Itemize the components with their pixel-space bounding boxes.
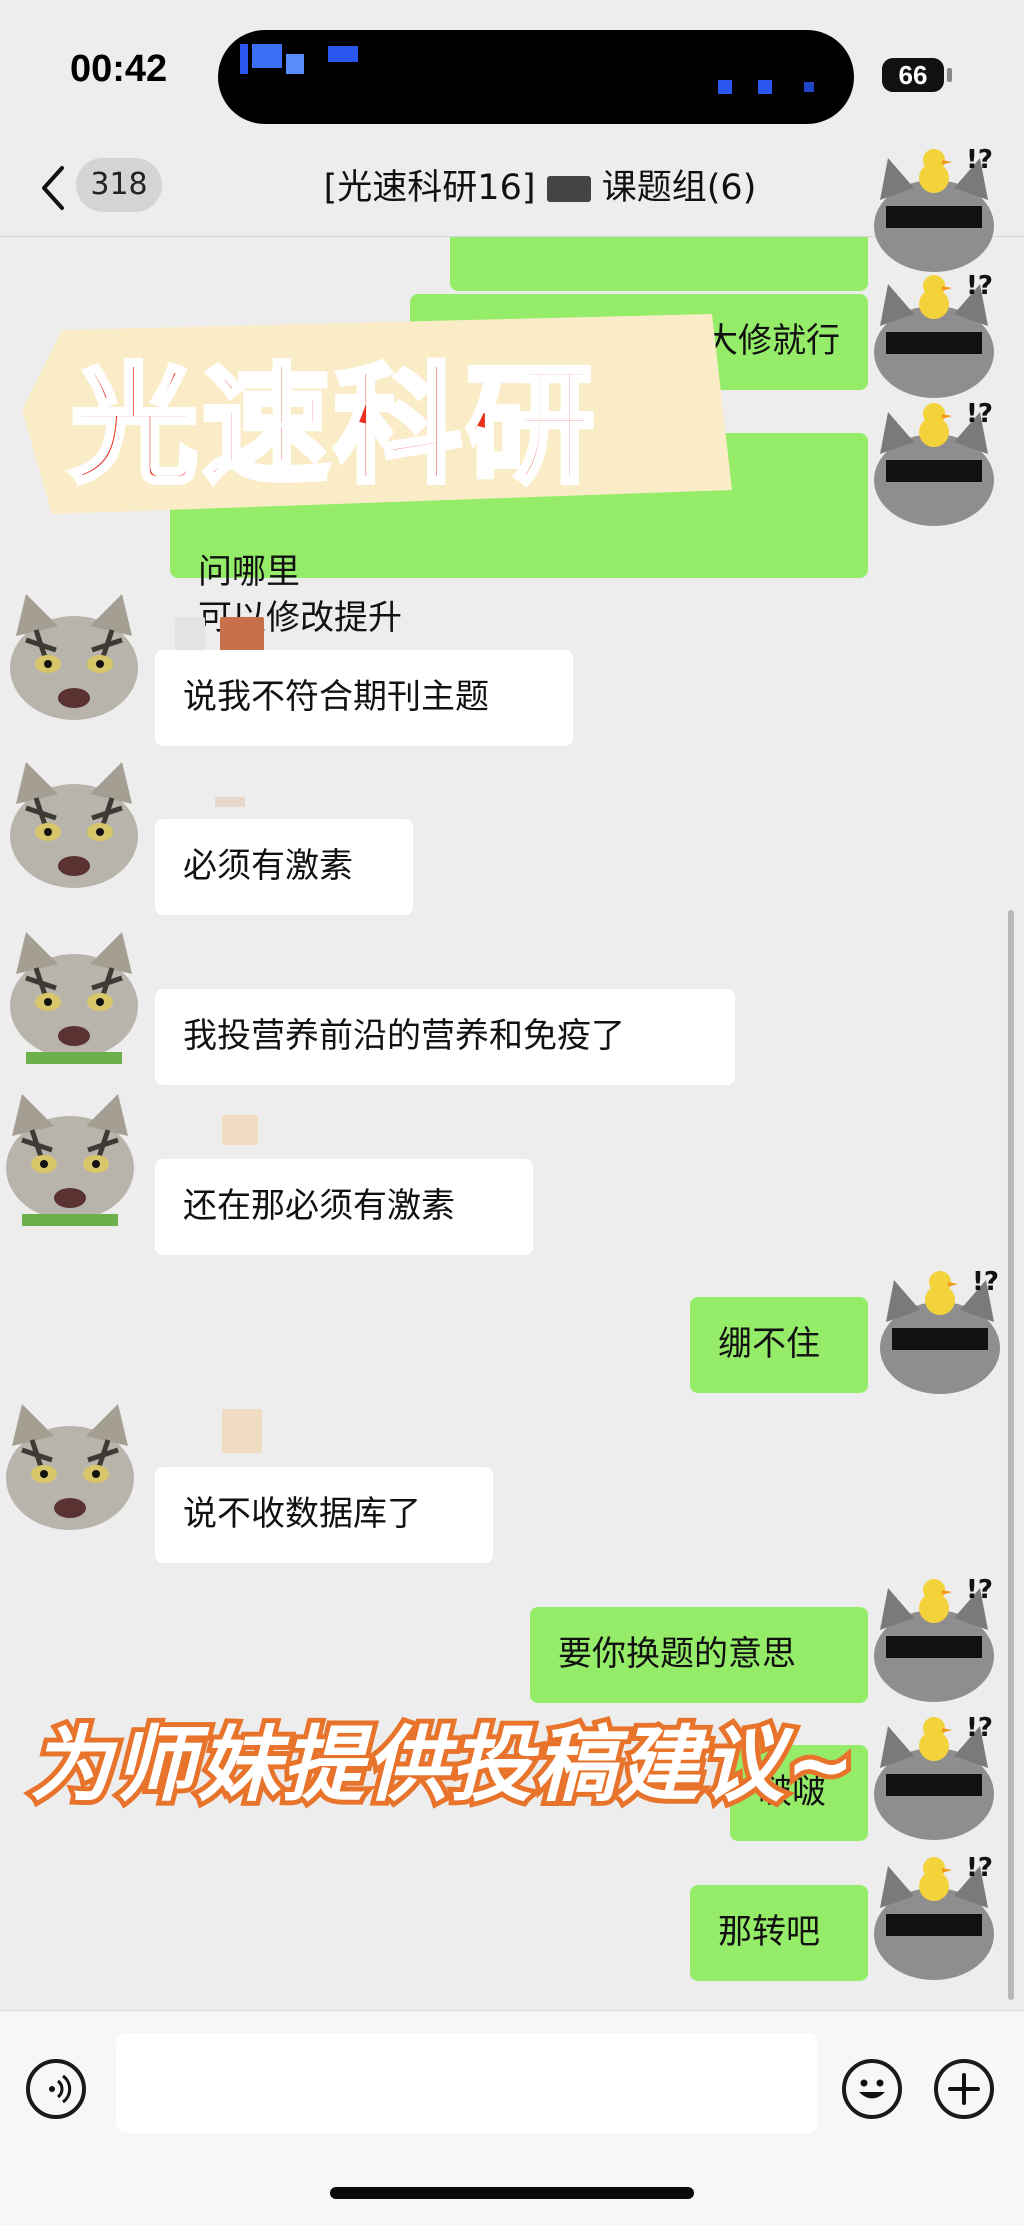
- my-avatar[interactable]: !?: [866, 394, 1002, 530]
- battery-indicator: 66: [882, 58, 944, 92]
- contact-avatar[interactable]: [2, 1090, 138, 1226]
- my-avatar[interactable]: !?: [866, 1708, 1002, 1844]
- avatar-mark: !?: [972, 1267, 999, 1297]
- avatar-mark: !?: [966, 1853, 993, 1883]
- message-text: 要你换题的意思: [558, 1634, 796, 1674]
- message-bubble-outgoing[interactable]: 绷不住: [690, 1297, 868, 1393]
- chat-title[interactable]: [光速科研16] 课题组(6): [240, 140, 840, 236]
- sender-name-redacted: [222, 1115, 258, 1145]
- message-bubble-incoming[interactable]: 我投营养前沿的营养和免疫了: [155, 989, 735, 1085]
- scrollbar-thumb[interactable]: [1008, 910, 1014, 2000]
- redaction-block: [546, 176, 591, 202]
- my-avatar[interactable]: !?: [872, 1262, 1008, 1398]
- voice-input-icon[interactable]: [26, 2059, 86, 2119]
- redaction-pixel: [804, 82, 814, 92]
- redaction-pixel: [252, 44, 282, 68]
- my-avatar[interactable]: !?: [866, 1570, 1002, 1706]
- message-text: 必须有激素: [183, 846, 353, 886]
- my-avatar[interactable]: !?: [866, 1848, 1002, 1984]
- home-indicator[interactable]: [330, 2187, 694, 2199]
- redaction-pixel: [240, 44, 248, 74]
- message-text: 说我不符合期刊主题: [183, 677, 489, 717]
- redaction-pixel: [758, 80, 772, 94]
- avatar-mark: !?: [966, 1713, 993, 1743]
- message-bubble-outgoing[interactable]: 那转吧: [690, 1885, 868, 1981]
- message-text: 我投营养前沿的营养和免疫了: [183, 1016, 625, 1056]
- avatar-mark: !?: [966, 271, 993, 301]
- sender-name-redacted: [215, 797, 245, 807]
- message-bubble-incoming[interactable]: 说不收数据库了: [155, 1467, 493, 1563]
- dynamic-island: [218, 30, 854, 124]
- promo-banner-text: 光速科研: [67, 350, 599, 504]
- message-bubble-incoming[interactable]: 还在那必须有激素: [155, 1159, 533, 1255]
- avatar-mark: !?: [966, 145, 993, 175]
- status-time: 00:42: [70, 48, 168, 90]
- chat-title-prefix: [光速科研16]: [323, 168, 536, 208]
- message-bubble-outgoing[interactable]: [450, 237, 868, 291]
- message-text: 绷不住: [718, 1324, 820, 1364]
- message-text: 问哪里 可以修改提升: [198, 552, 402, 638]
- contact-avatar[interactable]: [6, 758, 142, 894]
- contact-avatar[interactable]: [6, 928, 142, 1064]
- message-bubble-outgoing[interactable]: 要你换题的意思: [530, 1607, 868, 1703]
- avatar-mark: !?: [966, 399, 993, 429]
- contact-avatar[interactable]: [2, 1400, 138, 1536]
- message-bubble-incoming[interactable]: 说我不符合期刊主题: [155, 650, 573, 746]
- status-bar: 00:42 66: [0, 0, 1024, 140]
- chevron-left-icon[interactable]: [34, 160, 74, 216]
- redaction-pixel: [328, 46, 358, 62]
- message-text: 说不收数据库了: [183, 1494, 421, 1534]
- battery-tip: [947, 68, 952, 82]
- contact-avatar[interactable]: [6, 590, 142, 726]
- video-caption: 为师妹提供投稿建议~: [30, 1718, 857, 1813]
- sender-name-redacted: [222, 1409, 262, 1453]
- message-bubble-incoming[interactable]: 必须有激素: [155, 819, 413, 915]
- redaction-pixel: [286, 54, 304, 74]
- message-input[interactable]: [116, 2033, 818, 2133]
- message-text: 还在那必须有激素: [183, 1186, 455, 1226]
- chat-title-suffix: 课题组(6): [601, 168, 757, 208]
- my-avatar[interactable]: !?: [866, 266, 1002, 402]
- redaction-pixel: [718, 80, 732, 94]
- avatar-mark: !?: [966, 1575, 993, 1605]
- unread-count-badge[interactable]: 318: [76, 158, 162, 212]
- my-avatar[interactable]: !?: [866, 140, 1002, 276]
- message-text: 那转吧: [718, 1912, 820, 1952]
- emoji-icon[interactable]: [842, 2059, 902, 2119]
- plus-icon[interactable]: [934, 2059, 994, 2119]
